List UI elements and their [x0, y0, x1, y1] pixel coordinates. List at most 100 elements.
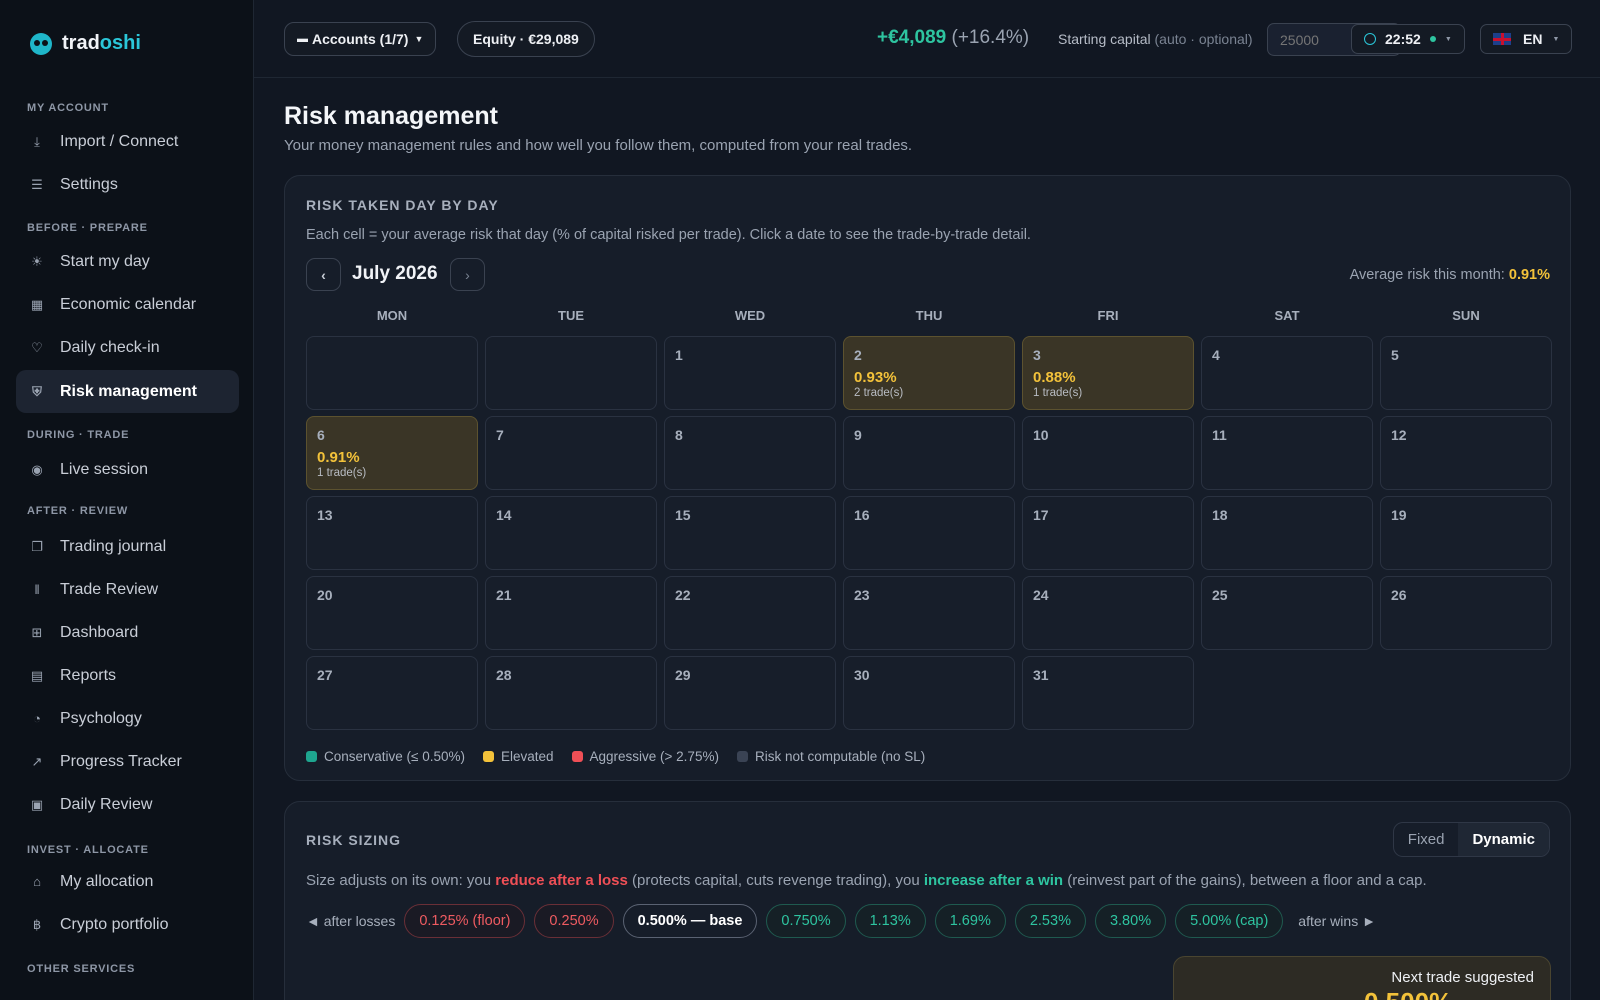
risk-legend: Conservative (≤ 0.50%) Elevated Aggressive…	[306, 749, 925, 764]
risk-calendar-heading: RISK TAKEN DAY BY DAY	[306, 197, 499, 213]
sidebar-item-economic-calendar[interactable]: ▦ Economic calendar	[16, 283, 239, 326]
day-risk-percent: 0.91%	[317, 449, 360, 466]
calendar-day-cell[interactable]: 5	[1380, 336, 1552, 410]
brand-logo[interactable]: tradoshi	[30, 32, 141, 55]
sidebar-item-daily-check-in[interactable]: ♡ Daily check-in	[16, 326, 239, 369]
sidebar-item-start-my-day[interactable]: ☀ Start my day	[16, 240, 239, 283]
calendar-day-cell[interactable]: 23	[843, 576, 1015, 650]
chevron-left-icon: ‹	[321, 266, 326, 283]
day-number: 18	[1212, 507, 1228, 523]
prev-month-button[interactable]: ‹	[306, 258, 341, 291]
dynamic-mode-button[interactable]: Dynamic	[1458, 823, 1549, 856]
sidebar-item-label: Daily Review	[60, 795, 153, 813]
calendar-day-cell[interactable]: 8	[664, 416, 836, 490]
calendar-day-cell[interactable]: 16	[843, 496, 1015, 570]
bitcoin-icon: ฿	[32, 916, 42, 932]
calendar-day-cell[interactable]: 4	[1201, 336, 1373, 410]
sidebar-item-trade-review[interactable]: ‖ Trade Review	[16, 568, 239, 611]
fixed-mode-button[interactable]: Fixed	[1394, 823, 1459, 856]
calendar-day-cell[interactable]: 19	[1380, 496, 1552, 570]
calendar-day-cell[interactable]: 18	[1201, 496, 1373, 570]
calendar-day-cell[interactable]: 25	[1201, 576, 1373, 650]
sidebar-item-crypto-portfolio[interactable]: ฿ Crypto portfolio	[16, 903, 239, 946]
sidebar-item-dashboard[interactable]: ⊞ Dashboard	[16, 611, 239, 654]
calendar-day-cell[interactable]: 29	[664, 656, 836, 730]
trend-icon: ↗	[31, 753, 43, 769]
day-trade-count: 1 trade(s)	[317, 467, 367, 479]
calendar-day-cell[interactable]: 30	[843, 656, 1015, 730]
equity-badge: Equity · €29,089	[457, 21, 595, 57]
risk-step-chip: 0.750%	[766, 904, 846, 938]
language-code: EN	[1523, 31, 1543, 47]
sidebar-item-trading-journal[interactable]: ❐ Trading journal	[16, 525, 239, 568]
starting-capital-label: Starting capital (auto · optional)	[1058, 31, 1253, 47]
sidebar-item-import-connect[interactable]: ⤓ Import / Connect	[16, 120, 239, 163]
sidebar-item-psychology[interactable]: ◔ Psychology	[16, 697, 239, 740]
calendar-day-cell[interactable]: 31	[1022, 656, 1194, 730]
weekday-header: FRI	[1097, 308, 1119, 323]
day-trade-count: 2 trade(s)	[854, 387, 904, 399]
calendar-day-cell[interactable]: 28	[485, 656, 657, 730]
sidebar-item-live-session[interactable]: ◉ Live session	[16, 448, 239, 491]
calendar-day-cell[interactable]: 10	[1022, 416, 1194, 490]
chevron-right-icon: ›	[465, 266, 470, 283]
clock-time: 22:52	[1385, 31, 1421, 47]
calendar-day-cell[interactable]: 13	[306, 496, 478, 570]
day-number: 25	[1212, 587, 1228, 603]
accounts-dropdown[interactable]: ▬ Accounts (1/7) ▼	[284, 22, 437, 56]
clock-dropdown[interactable]: 22:52 ▼	[1351, 24, 1465, 54]
language-dropdown[interactable]: EN ▼	[1480, 24, 1573, 54]
sidebar-item-progress-tracker[interactable]: ↗ Progress Tracker	[16, 740, 239, 783]
risk-step-chip: 1.13%	[854, 904, 926, 938]
sidebar-item-settings[interactable]: ☰ Settings	[16, 163, 239, 206]
legend-item: Conservative (≤ 0.50%)	[306, 749, 465, 764]
risk-calendar-card: RISK TAKEN DAY BY DAY Each cell = your a…	[284, 175, 1571, 781]
report-icon: ▤	[30, 667, 44, 683]
day-number: 6	[317, 427, 325, 443]
day-risk-percent: 0.88%	[1033, 369, 1076, 386]
sidebar-item-daily-review[interactable]: ▣ Daily Review	[16, 783, 239, 826]
calendar-day-cell[interactable]: 6 0.91% 1 trade(s)	[306, 416, 478, 490]
day-number: 20	[317, 587, 333, 603]
calendar-day-cell[interactable]: 21	[485, 576, 657, 650]
sidebar-item-reports[interactable]: ▤ Reports	[16, 654, 239, 697]
equity-value: Equity · €29,089	[473, 31, 579, 47]
after-wins-label: after wins ►	[1298, 913, 1376, 929]
broadcast-icon: ◉	[31, 461, 43, 477]
calendar-day-cell[interactable]: 7	[485, 416, 657, 490]
day-number: 26	[1391, 587, 1407, 603]
calendar-day-cell[interactable]: 12	[1380, 416, 1552, 490]
calendar-day-cell[interactable]: 3 0.88% 1 trade(s)	[1022, 336, 1194, 410]
calendar-day-cell[interactable]: 1	[664, 336, 836, 410]
average-risk: Average risk this month: 0.91%	[1350, 267, 1550, 283]
day-number: 23	[854, 587, 870, 603]
sidebar-item-risk-management[interactable]: ⛨ Risk management	[16, 370, 239, 413]
top-bar: ▬ Accounts (1/7) ▼ Equity · €29,089 +€4,…	[254, 0, 1600, 78]
calendar-day-cell[interactable]: 15	[664, 496, 836, 570]
calendar-day-cell[interactable]: 11	[1201, 416, 1373, 490]
calendar-day-cell[interactable]: 24	[1022, 576, 1194, 650]
sidebar-item-my-allocation[interactable]: ⌂ My allocation	[16, 860, 239, 903]
calendar-day-cell[interactable]: 22	[664, 576, 836, 650]
calendar-day-cell[interactable]: 17	[1022, 496, 1194, 570]
month-label: July 2026	[352, 263, 438, 284]
legend-label: Conservative (≤ 0.50%)	[324, 749, 465, 764]
calendar-day-cell[interactable]: 26	[1380, 576, 1552, 650]
legend-label: Elevated	[500, 749, 554, 764]
weekday-header: WED	[734, 308, 766, 323]
sidebar-section-heading: BEFORE · PREPARE	[27, 222, 148, 234]
calendar-day-cell[interactable]: 2 0.93% 2 trade(s)	[843, 336, 1015, 410]
sidebar-section-heading: MY ACCOUNT	[27, 102, 109, 114]
calendar-day-cell[interactable]: 20	[306, 576, 478, 650]
day-number: 2	[854, 347, 862, 363]
sunrise-icon: ☀	[31, 253, 43, 269]
suggestion-value: 0.500%	[1364, 987, 1452, 1000]
next-month-button[interactable]: ›	[450, 258, 485, 291]
risk-step-chip: 0.500% — base	[622, 904, 758, 938]
day-number: 13	[317, 507, 333, 523]
calendar-day-cell[interactable]: 27	[306, 656, 478, 730]
calendar-day-cell[interactable]: 9	[843, 416, 1015, 490]
risk-step-chip: 3.80%	[1094, 904, 1167, 938]
calendar-day-cell[interactable]: 14	[485, 496, 657, 570]
caret-down-icon: ▼	[414, 34, 424, 44]
